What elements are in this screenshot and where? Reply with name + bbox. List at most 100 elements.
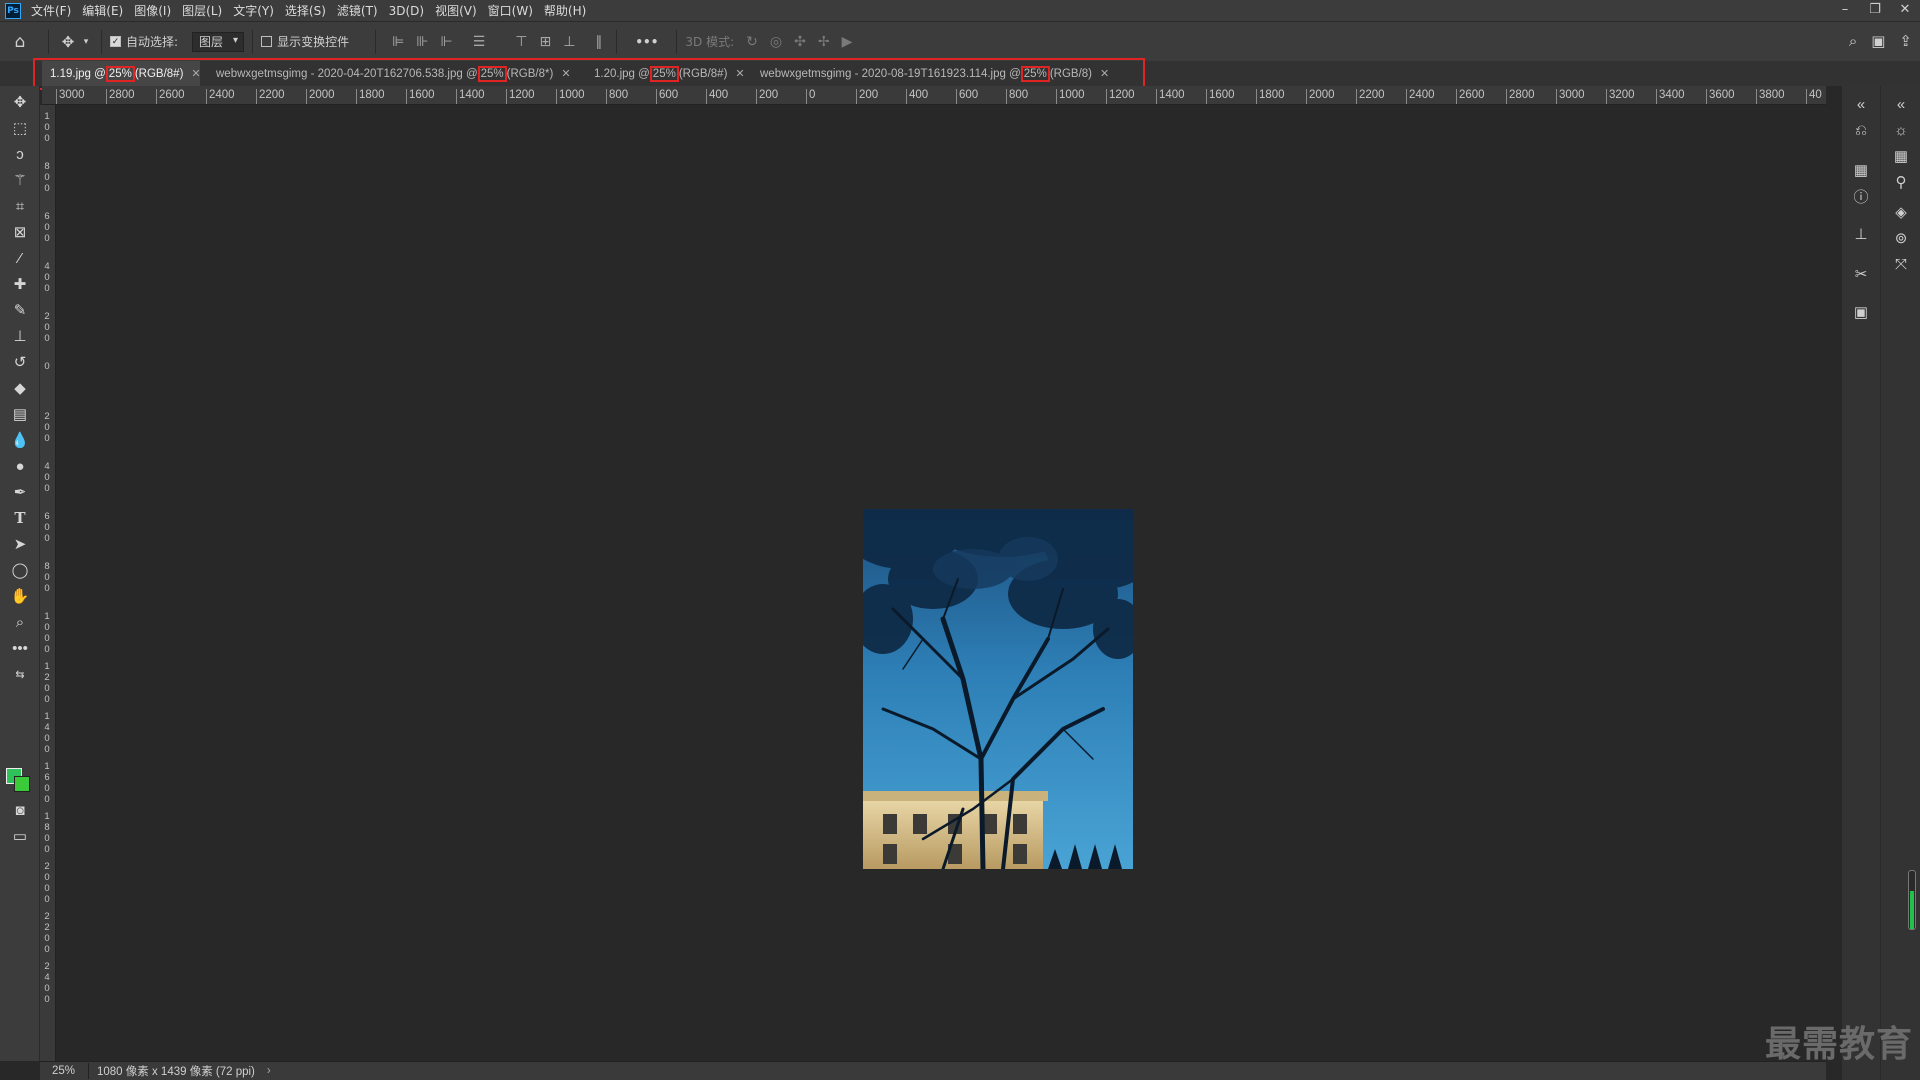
- magic-wand-icon[interactable]: ⚚: [6, 168, 34, 192]
- document-image[interactable]: [863, 509, 1133, 869]
- menu-layer[interactable]: 图层(L): [182, 2, 222, 19]
- info-panel-icon[interactable]: ⓘ: [1849, 184, 1873, 208]
- more-options-button[interactable]: •••: [635, 35, 658, 49]
- align-left-icon[interactable]: ⊫: [392, 34, 404, 50]
- home-icon[interactable]: ⌂: [0, 32, 40, 52]
- adjustments-panel-icon[interactable]: ☼: [1889, 118, 1913, 142]
- status-menu-arrow-icon[interactable]: ›: [267, 1065, 271, 1077]
- paths-panel-icon[interactable]: ⤧: [1889, 252, 1913, 276]
- quick-mask-icon[interactable]: ◙: [6, 798, 34, 822]
- ellipse-tool-icon[interactable]: ◯: [6, 558, 34, 582]
- align-right-icon[interactable]: ⊩: [440, 34, 452, 50]
- menu-3d[interactable]: 3D(D): [389, 4, 424, 18]
- history-brush-icon[interactable]: ↺: [6, 350, 34, 374]
- share-icon[interactable]: ⇪: [1899, 32, 1912, 50]
- tool-presets-icon[interactable]: ✂: [1849, 262, 1873, 286]
- align-center-h-icon[interactable]: ⊪: [416, 34, 428, 50]
- eyedropper-icon[interactable]: ⁄: [6, 246, 34, 270]
- healing-brush-icon[interactable]: ✚: [6, 272, 34, 296]
- type-tool-icon[interactable]: T: [6, 506, 34, 530]
- distribute-h-icon[interactable]: ☰: [473, 34, 486, 50]
- vertical-ruler[interactable]: 100 800 600 400 200 0 200 400 600 800 1000 1200 1400…: [40, 105, 56, 1062]
- menu-view[interactable]: 视图(V): [435, 2, 477, 19]
- close-tab-icon[interactable]: ✕: [1100, 67, 1109, 80]
- menu-file[interactable]: 文件(F): [31, 2, 71, 19]
- document-tab[interactable]: 1.19.jpg @ 25% (RGB/8#) ✕: [42, 61, 201, 86]
- crop-tool-icon[interactable]: ⌗: [6, 194, 34, 218]
- gradient-tool-icon[interactable]: ▤: [6, 402, 34, 426]
- eraser-icon[interactable]: ◆: [6, 376, 34, 400]
- close-tab-icon[interactable]: ✕: [191, 67, 200, 80]
- properties-panel-icon[interactable]: ▣: [1849, 300, 1873, 324]
- learn-panel-icon[interactable]: ⚲: [1889, 170, 1913, 194]
- screen-mode-icon[interactable]: ▭: [6, 824, 34, 848]
- blur-tool-icon[interactable]: 💧: [6, 428, 34, 452]
- ruler-tick-label: 3200: [1606, 89, 1635, 104]
- menu-window[interactable]: 窗口(W): [488, 2, 533, 19]
- slide-3d-icon[interactable]: ✢: [818, 34, 830, 50]
- pan-3d-icon[interactable]: ✣: [794, 34, 806, 50]
- move-tool-preset-icon[interactable]: ✥: [57, 33, 79, 51]
- ruler-tick-label: 3000: [56, 89, 85, 104]
- align-bottom-icon[interactable]: ⊥: [563, 34, 575, 50]
- show-transform-checkbox[interactable]: [261, 36, 273, 47]
- close-tab-icon[interactable]: ✕: [561, 67, 570, 80]
- document-tab[interactable]: 1.20.jpg @ 25% (RGB/8#) ✕: [586, 61, 745, 86]
- menu-help[interactable]: 帮助(H): [544, 2, 586, 19]
- path-select-icon[interactable]: ➤: [6, 532, 34, 556]
- channels-panel-icon[interactable]: ⊚: [1889, 226, 1913, 250]
- ruler-tick-label: 1200: [44, 661, 50, 705]
- scroll-indicator[interactable]: [1908, 870, 1916, 930]
- libraries-panel-icon[interactable]: ▦: [1849, 158, 1873, 182]
- restore-icon[interactable]: ❐: [1860, 0, 1890, 21]
- auto-select-checkbox[interactable]: ✓: [110, 36, 121, 47]
- collapse-panels-icon[interactable]: «: [1849, 92, 1873, 116]
- swap-colors-icon[interactable]: ⇆: [6, 662, 34, 686]
- canvas-area[interactable]: [57, 105, 1822, 1062]
- workspace-icon[interactable]: ▣: [1871, 32, 1885, 50]
- orbit-3d-icon[interactable]: ↻: [746, 34, 758, 50]
- more-tools-icon[interactable]: •••: [6, 636, 34, 660]
- search-icon[interactable]: ⌕: [1849, 32, 1857, 50]
- chevron-down-icon[interactable]: ▾: [79, 37, 93, 47]
- ruler-tick-label: 2400: [206, 89, 235, 104]
- clone-source-panel-icon[interactable]: ⊥: [1849, 222, 1873, 246]
- frame-tool-icon[interactable]: ⊠: [6, 220, 34, 244]
- hand-tool-icon[interactable]: ✋: [6, 584, 34, 608]
- layer-select-dropdown[interactable]: 图层 ▾: [192, 31, 245, 52]
- menu-filter[interactable]: 滤镜(T): [337, 2, 378, 19]
- marquee-tool-icon[interactable]: ⬚: [6, 116, 34, 140]
- align-top-icon[interactable]: ⊤: [515, 34, 527, 50]
- horizontal-ruler[interactable]: 3000 2800 2600 2400 2200 2000 1800 1600 1400 1200…: [42, 86, 1826, 105]
- zoom-tool-icon[interactable]: ⌕: [6, 610, 34, 634]
- background-color-swatch[interactable]: [14, 776, 30, 792]
- menu-select[interactable]: 选择(S): [285, 2, 326, 19]
- ruler-tick-label: 2000: [44, 861, 50, 905]
- menu-type[interactable]: 文字(Y): [233, 2, 274, 19]
- document-tab[interactable]: webwxgetmsgimg - 2020-04-20T162706.538.j…: [208, 61, 580, 86]
- align-middle-v-icon[interactable]: ⊞: [539, 34, 551, 50]
- close-tab-icon[interactable]: ✕: [735, 67, 744, 80]
- close-window-icon[interactable]: ✕: [1890, 0, 1920, 21]
- move-tool-icon[interactable]: ✥: [6, 90, 34, 114]
- divider: [676, 29, 678, 54]
- collapse-panels-icon[interactable]: «: [1889, 92, 1913, 116]
- brush-tool-icon[interactable]: ✎: [6, 298, 34, 322]
- dodge-tool-icon[interactable]: ●: [6, 454, 34, 478]
- menu-image[interactable]: 图像(I): [134, 2, 171, 19]
- distribute-v-icon[interactable]: ∥: [595, 34, 602, 50]
- lasso-tool-icon[interactable]: ↄ: [6, 142, 34, 166]
- zoom-level[interactable]: 25%: [40, 1065, 88, 1077]
- roll-3d-icon[interactable]: ◎: [770, 34, 782, 50]
- pen-tool-icon[interactable]: ✒: [6, 480, 34, 504]
- menu-edit[interactable]: 编辑(E): [82, 2, 123, 19]
- video-3d-icon[interactable]: ▶: [842, 34, 853, 50]
- clone-stamp-icon[interactable]: ⊥: [6, 324, 34, 348]
- divider: [48, 29, 49, 54]
- minimize-icon[interactable]: –: [1830, 0, 1860, 21]
- layers-panel-icon[interactable]: ◈: [1889, 200, 1913, 224]
- swatches-panel-icon[interactable]: ▦: [1889, 144, 1913, 168]
- document-tab[interactable]: webwxgetmsgimg - 2020-08-19T161923.114.j…: [752, 61, 1124, 86]
- history-panel-icon[interactable]: ⎌: [1849, 118, 1873, 142]
- tab-mode: (RGB/8): [1049, 67, 1092, 80]
